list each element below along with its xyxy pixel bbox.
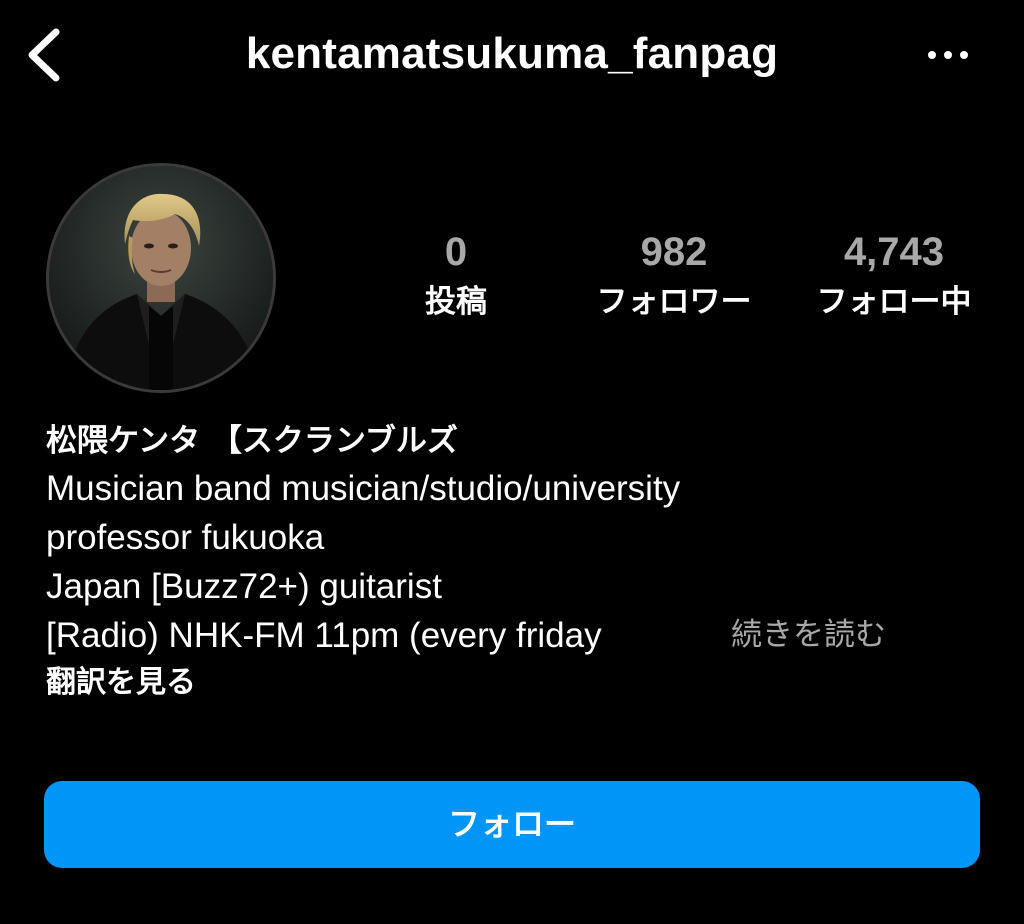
read-more-link[interactable]: 続きを読む: [731, 611, 886, 660]
stat-posts[interactable]: 0 投稿: [395, 228, 517, 322]
posts-count: 0: [444, 230, 468, 274]
followers-count: 982: [640, 230, 708, 274]
more-options-button[interactable]: [918, 30, 978, 80]
posts-label: 投稿: [425, 284, 487, 320]
see-translation-link[interactable]: 翻訳を見る: [46, 660, 196, 706]
bio-last-line: [Radio) NHK-FM 11pm (every friday 続きを読む: [46, 611, 986, 660]
display-name: 松隈ケンタ 【スクランブルズ: [46, 423, 458, 459]
stat-following[interactable]: 4,743 フォロー中: [796, 228, 992, 322]
profile-bio: 松隈ケンタ 【スクランブルズ Musician band musician/st…: [46, 418, 986, 706]
stat-followers[interactable]: 982 フォロワー: [574, 228, 774, 322]
bio-line: Japan [Buzz72+) guitarist: [46, 567, 442, 606]
back-button[interactable]: [20, 18, 76, 90]
chevron-left-icon: [28, 28, 60, 82]
bio-line: Musician band musician/studio/university: [46, 469, 681, 508]
bio-line: professor fukuoka: [46, 518, 325, 557]
avatar[interactable]: [46, 163, 276, 393]
followers-label: フォロワー: [596, 284, 752, 320]
more-horizontal-icon: [928, 51, 968, 59]
following-count: 4,743: [843, 230, 945, 274]
follow-button[interactable]: フォロー: [44, 781, 980, 868]
profile-photo: [49, 166, 273, 390]
page-title: kentamatsukuma_fanpag: [245, 29, 779, 78]
profile-header: kentamatsukuma_fanpag: [0, 0, 1024, 112]
following-label: フォロー中: [816, 284, 972, 320]
